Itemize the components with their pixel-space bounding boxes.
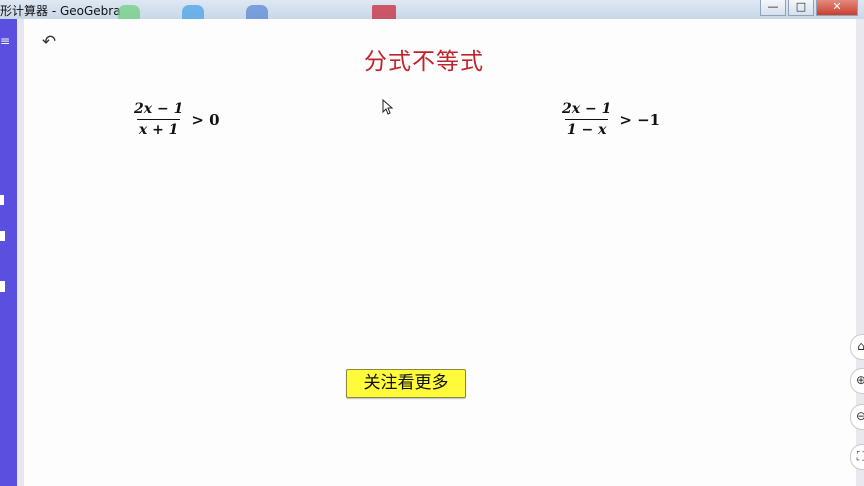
menu-icon[interactable]: ≡ [0, 35, 10, 47]
inequality-left[interactable]: 2x − 1 x + 1 > 0 [132, 101, 220, 138]
numerator: 2x − 1 [562, 101, 612, 117]
maximize-button[interactable]: □ [788, 0, 814, 16]
relation: > 0 [191, 110, 220, 129]
mouse-pointer-icon [382, 99, 394, 115]
window-controls: — □ ✕ [760, 0, 858, 16]
graphics-view[interactable]: ↶ 分式不等式 2x − 1 x + 1 > 0 2x − 1 1 − x > … [24, 19, 856, 486]
toolbar-icon[interactable] [0, 281, 5, 292]
fraction: 2x − 1 1 − x [560, 101, 613, 138]
fraction: 2x − 1 x + 1 [132, 101, 185, 138]
undo-icon[interactable]: ↶ [40, 33, 58, 51]
page-title: 分式不等式 [364, 49, 484, 75]
taskbar-icon [118, 5, 140, 19]
left-toolbar-strip: ≡ [0, 19, 17, 486]
taskbar-icon [372, 5, 396, 19]
taskbar-icon [182, 5, 204, 19]
inequality-right[interactable]: 2x − 1 1 − x > −1 [560, 101, 660, 138]
taskbar-icon [246, 5, 268, 19]
panel-divider [17, 19, 24, 486]
toolbar-icon[interactable] [0, 231, 5, 241]
close-button[interactable]: ✕ [816, 0, 858, 16]
denominator: 1 − x [564, 119, 609, 138]
numerator: 2x − 1 [134, 101, 184, 117]
toolbar-icon[interactable] [0, 195, 4, 205]
minimize-button[interactable]: — [760, 0, 786, 16]
relation: > −1 [619, 110, 661, 129]
follow-more-button[interactable]: 关注看更多 [346, 369, 466, 398]
denominator: x + 1 [136, 119, 181, 138]
window-title: 形计算器 - GeoGebra [0, 4, 121, 18]
window-title-bar: 形计算器 - GeoGebra — □ ✕ [0, 0, 864, 20]
